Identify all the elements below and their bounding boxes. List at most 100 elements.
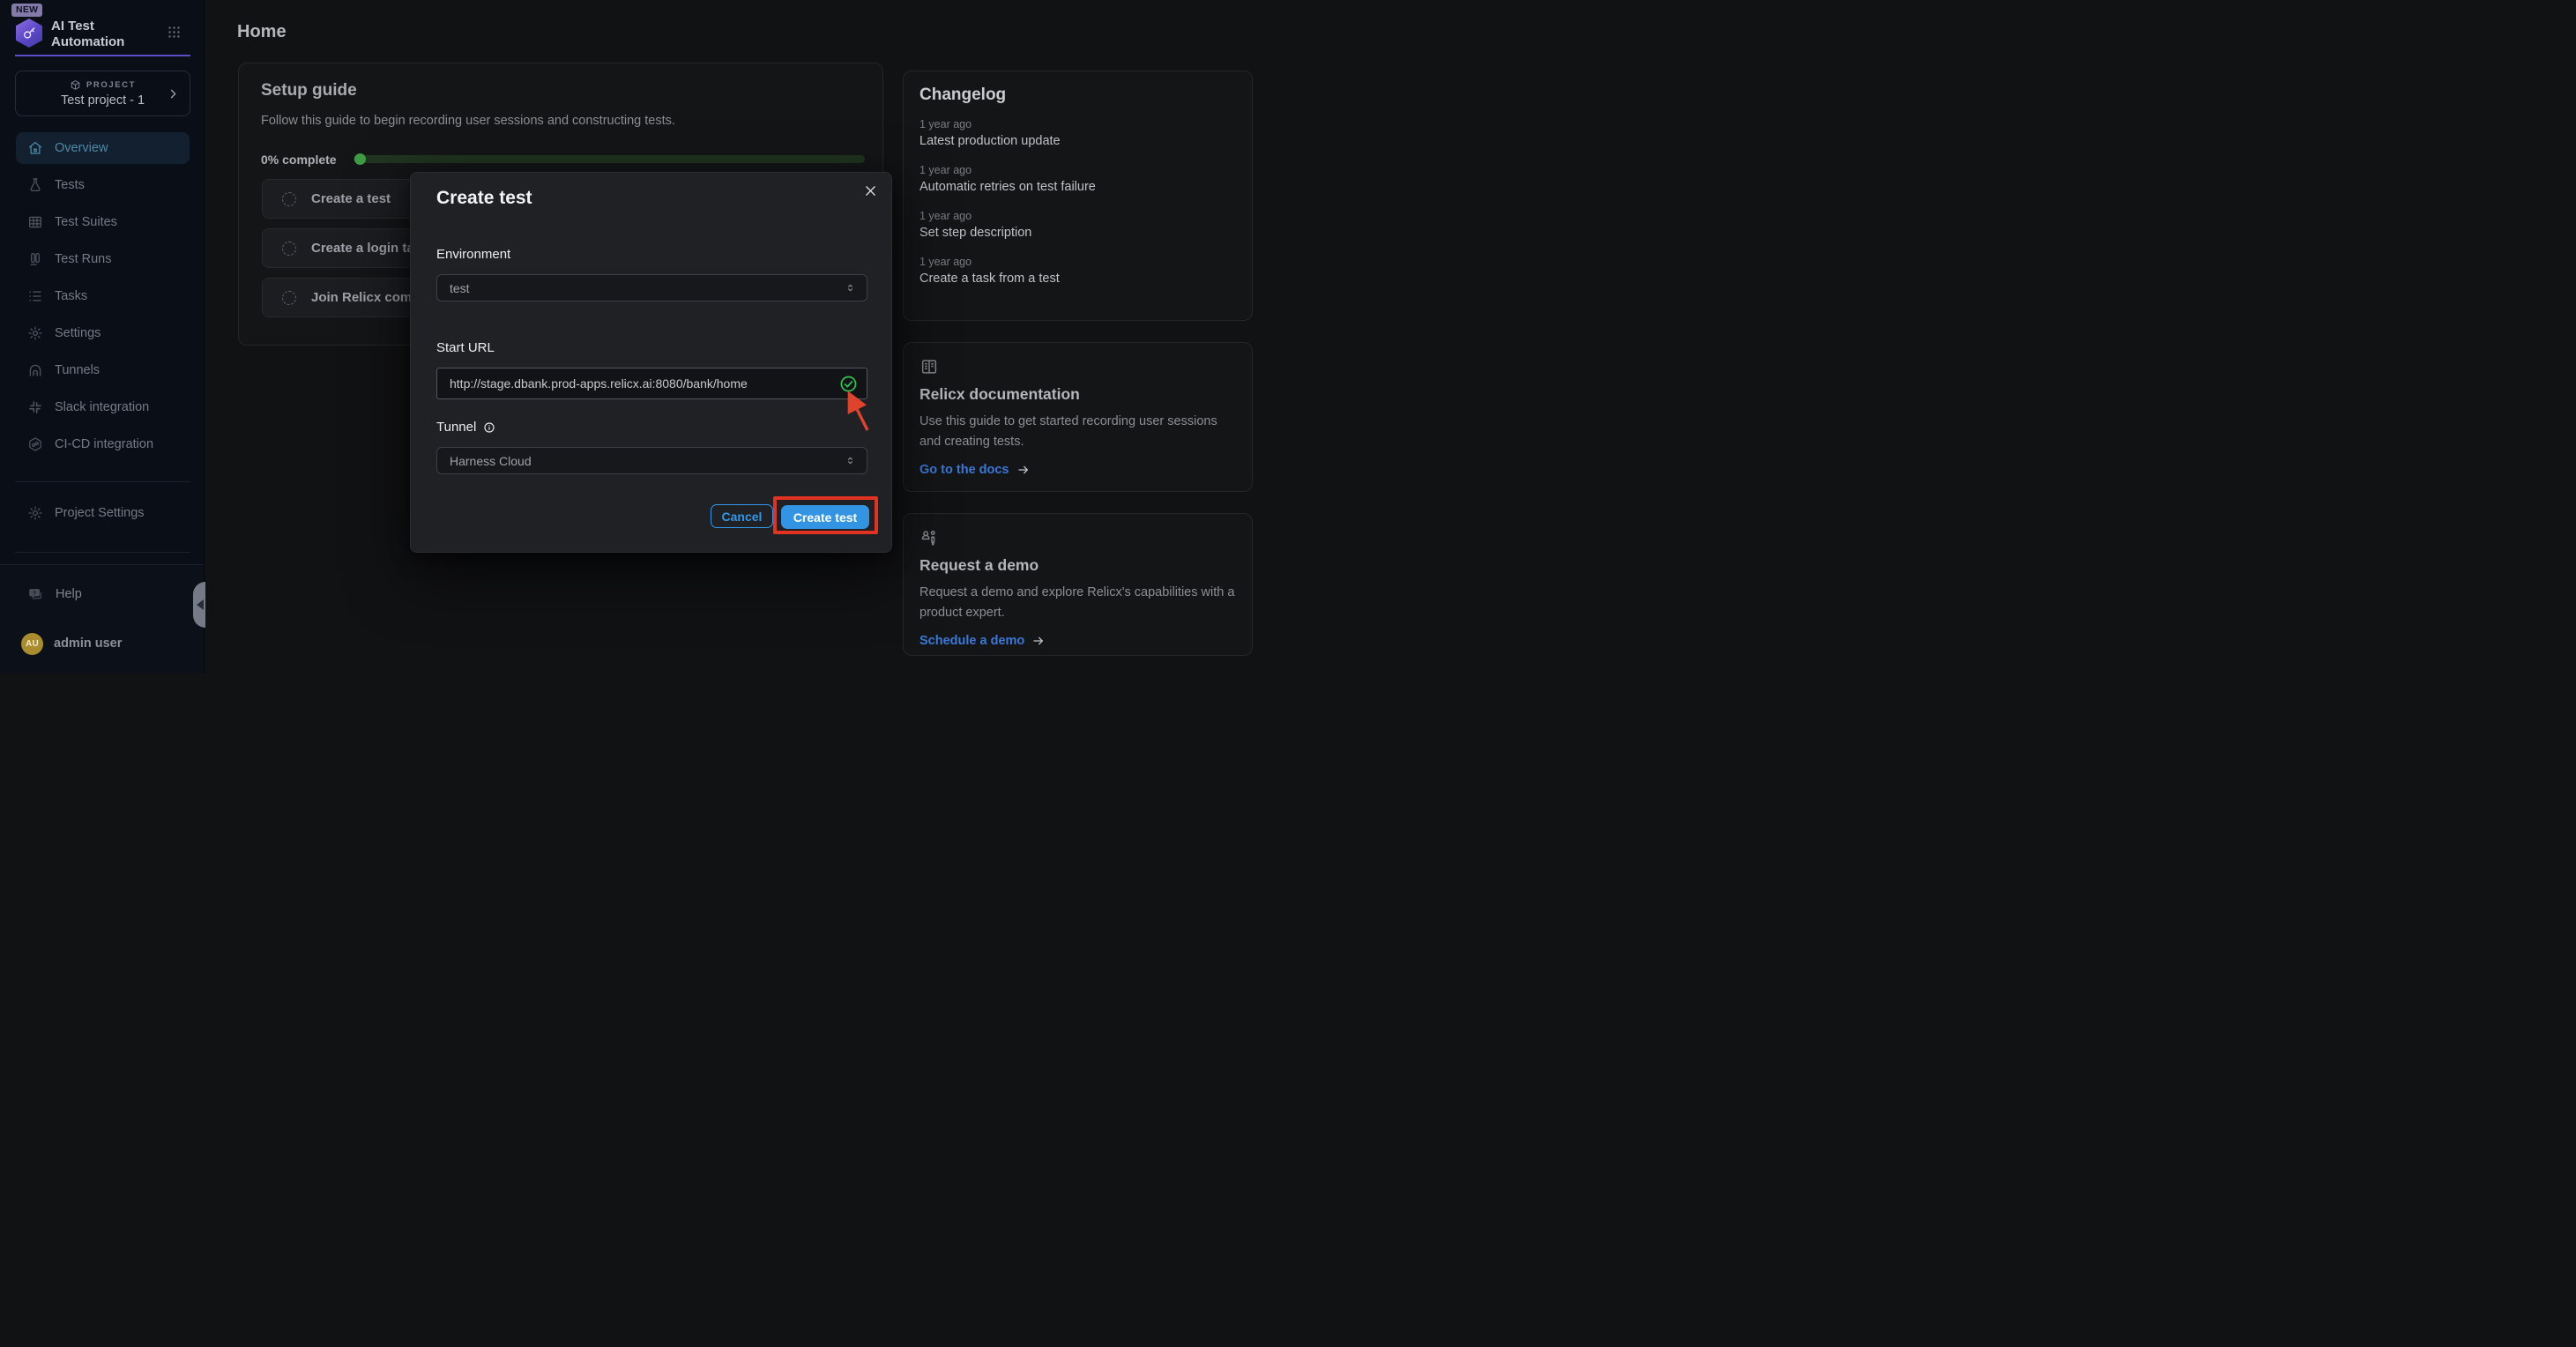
app-title: AI Test Automation xyxy=(51,19,157,51)
start-url-field xyxy=(436,368,867,399)
create-test-button[interactable]: Create test xyxy=(781,505,869,529)
create-test-modal: Create test Environment test Start URL T… xyxy=(410,172,892,553)
go-to-docs-label: Go to the docs xyxy=(919,463,1009,477)
incomplete-step-icon xyxy=(282,242,296,256)
tunnel-label: Tunnel xyxy=(436,420,495,435)
changelog-text: Create a task from a test xyxy=(919,272,1236,286)
changelog-entry[interactable]: 1 year ago Automatic retries on test fai… xyxy=(919,164,1236,194)
changelog-time: 1 year ago xyxy=(919,118,1236,130)
sidebar-item-tunnels[interactable]: Tunnels xyxy=(16,354,190,386)
changelog-entry[interactable]: 1 year ago Set step description xyxy=(919,210,1236,240)
sidebar-item-overview[interactable]: Overview xyxy=(16,132,190,164)
users-icon xyxy=(919,528,1236,547)
table-grid-icon xyxy=(27,214,43,230)
book-open-icon xyxy=(919,357,1236,376)
sidebar-item-settings[interactable]: Settings xyxy=(16,317,190,349)
documentation-body: Use this guide to get started recording … xyxy=(919,412,1236,452)
sidebar-item-label: Tunnels xyxy=(55,363,100,377)
cicd-link-icon xyxy=(27,436,43,452)
sidebar-item-label: Overview xyxy=(55,141,108,155)
request-demo-body: Request a demo and explore Relicx's capa… xyxy=(919,583,1236,623)
changelog-entry[interactable]: 1 year ago Latest production update xyxy=(919,118,1236,148)
start-url-label: Start URL xyxy=(436,340,495,355)
sidebar-item-label: Settings xyxy=(55,326,101,340)
user-menu[interactable]: AU admin user xyxy=(16,628,190,659)
sidebar-item-test-suites[interactable]: Test Suites xyxy=(16,206,190,238)
sidebar: NEW AI Test Automation PROJECT Test proj… xyxy=(0,0,205,674)
modal-title: Create test xyxy=(436,188,532,209)
changelog-entry[interactable]: 1 year ago Create a task from a test xyxy=(919,256,1236,286)
sidebar-item-help[interactable]: ? Help xyxy=(16,578,190,610)
changelog-time: 1 year ago xyxy=(919,256,1236,268)
sidebar-item-label: Project Settings xyxy=(55,506,145,520)
tunnel-value: Harness Cloud xyxy=(450,454,532,468)
page-title: Home xyxy=(237,22,287,42)
incomplete-step-icon xyxy=(282,291,296,305)
app-grid-icon[interactable] xyxy=(167,25,182,40)
gear-icon xyxy=(27,325,43,341)
documentation-title: Relicx documentation xyxy=(919,385,1236,404)
slack-icon xyxy=(27,399,43,415)
sidebar-item-cicd-integration[interactable]: CI-CD integration xyxy=(16,428,190,460)
sidebar-item-label: Tasks xyxy=(55,289,87,303)
sidebar-secondary-nav: Project Settings xyxy=(16,497,190,534)
project-selector[interactable]: PROJECT Test project - 1 xyxy=(15,71,190,116)
request-demo-card: Request a demo Request a demo and explor… xyxy=(903,513,1253,656)
setup-guide-description: Follow this guide to begin recording use… xyxy=(261,114,675,128)
sidebar-item-slack-integration[interactable]: Slack integration xyxy=(16,391,190,423)
sidebar-item-tests[interactable]: Tests xyxy=(16,169,190,201)
new-badge: NEW xyxy=(11,4,42,17)
sidebar-divider xyxy=(15,481,190,482)
changelog-title: Changelog xyxy=(919,86,1236,105)
sidebar-item-label: Test Suites xyxy=(55,215,117,229)
tunnel-select[interactable]: Harness Cloud xyxy=(436,447,867,474)
request-demo-title: Request a demo xyxy=(919,556,1236,575)
changelog-text: Set step description xyxy=(919,226,1236,240)
sidebar-item-project-settings[interactable]: Project Settings xyxy=(16,497,190,529)
sidebar-divider xyxy=(15,552,190,553)
arrow-right-icon xyxy=(1016,463,1031,477)
app-logo-icon[interactable] xyxy=(16,19,42,48)
svg-text:?: ? xyxy=(33,590,36,596)
changelog-text: Latest production update xyxy=(919,134,1236,148)
accent-divider xyxy=(15,55,190,56)
sidebar-item-tasks[interactable]: Tasks xyxy=(16,280,190,312)
sidebar-nav: Overview Tests Test Suites xyxy=(16,132,190,465)
progress-label: 0% complete xyxy=(261,153,337,167)
environment-select[interactable]: test xyxy=(436,274,867,301)
help-label: Help xyxy=(56,587,82,601)
documentation-card: Relicx documentation Use this guide to g… xyxy=(903,342,1253,492)
gear-icon xyxy=(27,505,43,521)
schedule-demo-label: Schedule a demo xyxy=(919,634,1024,648)
cancel-button[interactable]: Cancel xyxy=(711,504,773,528)
start-url-input[interactable] xyxy=(450,376,839,391)
check-circle-icon xyxy=(839,375,858,393)
help-chat-icon: ? xyxy=(27,586,44,603)
collapse-left-icon xyxy=(197,599,204,610)
environment-label: Environment xyxy=(436,247,510,262)
project-name: Test project - 1 xyxy=(61,93,145,108)
changelog-time: 1 year ago xyxy=(919,210,1236,222)
environment-value: test xyxy=(450,281,470,295)
go-to-docs-link[interactable]: Go to the docs xyxy=(919,463,1236,477)
schedule-demo-link[interactable]: Schedule a demo xyxy=(919,634,1236,648)
progress-bar xyxy=(354,155,865,163)
sidebar-collapse-handle[interactable] xyxy=(193,582,205,628)
sidebar-item-label: Test Runs xyxy=(55,252,111,266)
progress-knob xyxy=(354,153,366,165)
tunnel-label-text: Tunnel xyxy=(436,420,476,435)
avatar: AU xyxy=(21,633,43,655)
changelog-time: 1 year ago xyxy=(919,164,1236,176)
close-icon[interactable] xyxy=(863,183,878,198)
list-icon xyxy=(27,288,43,304)
flask-icon xyxy=(27,177,43,193)
tunnel-icon xyxy=(27,362,43,378)
sidebar-item-label: CI-CD integration xyxy=(55,437,153,451)
sidebar-item-test-runs[interactable]: Test Runs xyxy=(16,243,190,275)
info-icon[interactable] xyxy=(483,421,495,434)
arrow-right-icon xyxy=(1031,634,1046,648)
changelog-text: Automatic retries on test failure xyxy=(919,180,1236,194)
sidebar-item-label: Slack integration xyxy=(55,400,149,414)
incomplete-step-icon xyxy=(282,192,296,206)
package-icon xyxy=(70,79,81,91)
